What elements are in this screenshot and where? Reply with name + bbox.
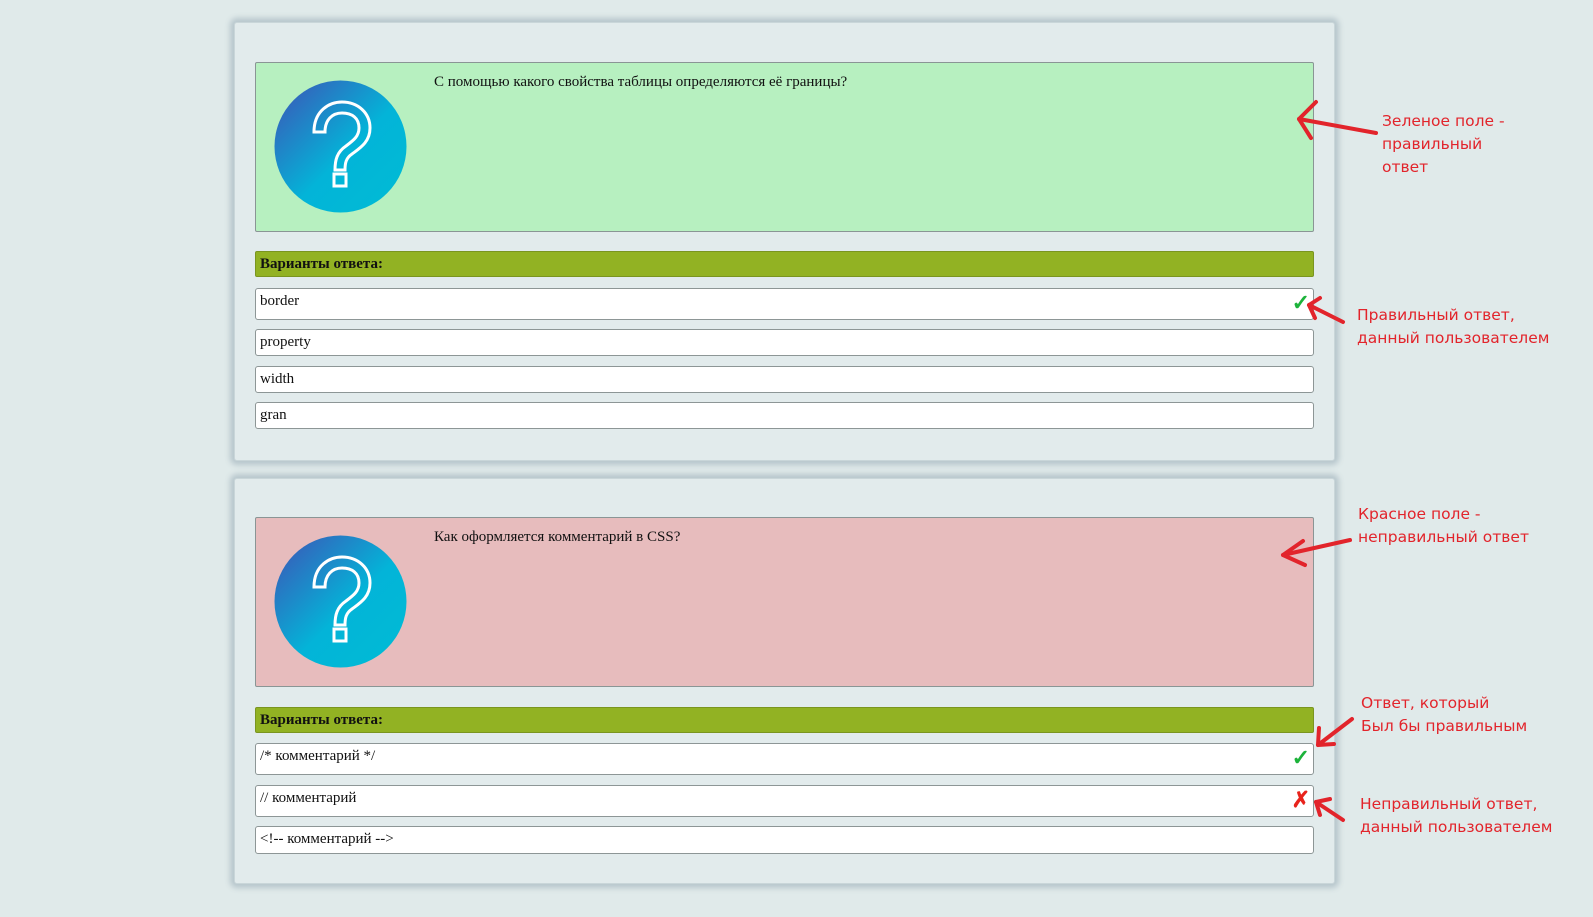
arrow-icon (1297, 100, 1378, 140)
arrow-icon (1314, 797, 1345, 822)
arrow-icon (1281, 538, 1352, 567)
annotation-arrows (1281, 100, 1378, 822)
arrow-icon (1307, 296, 1345, 324)
arrow-icon (1316, 717, 1354, 747)
